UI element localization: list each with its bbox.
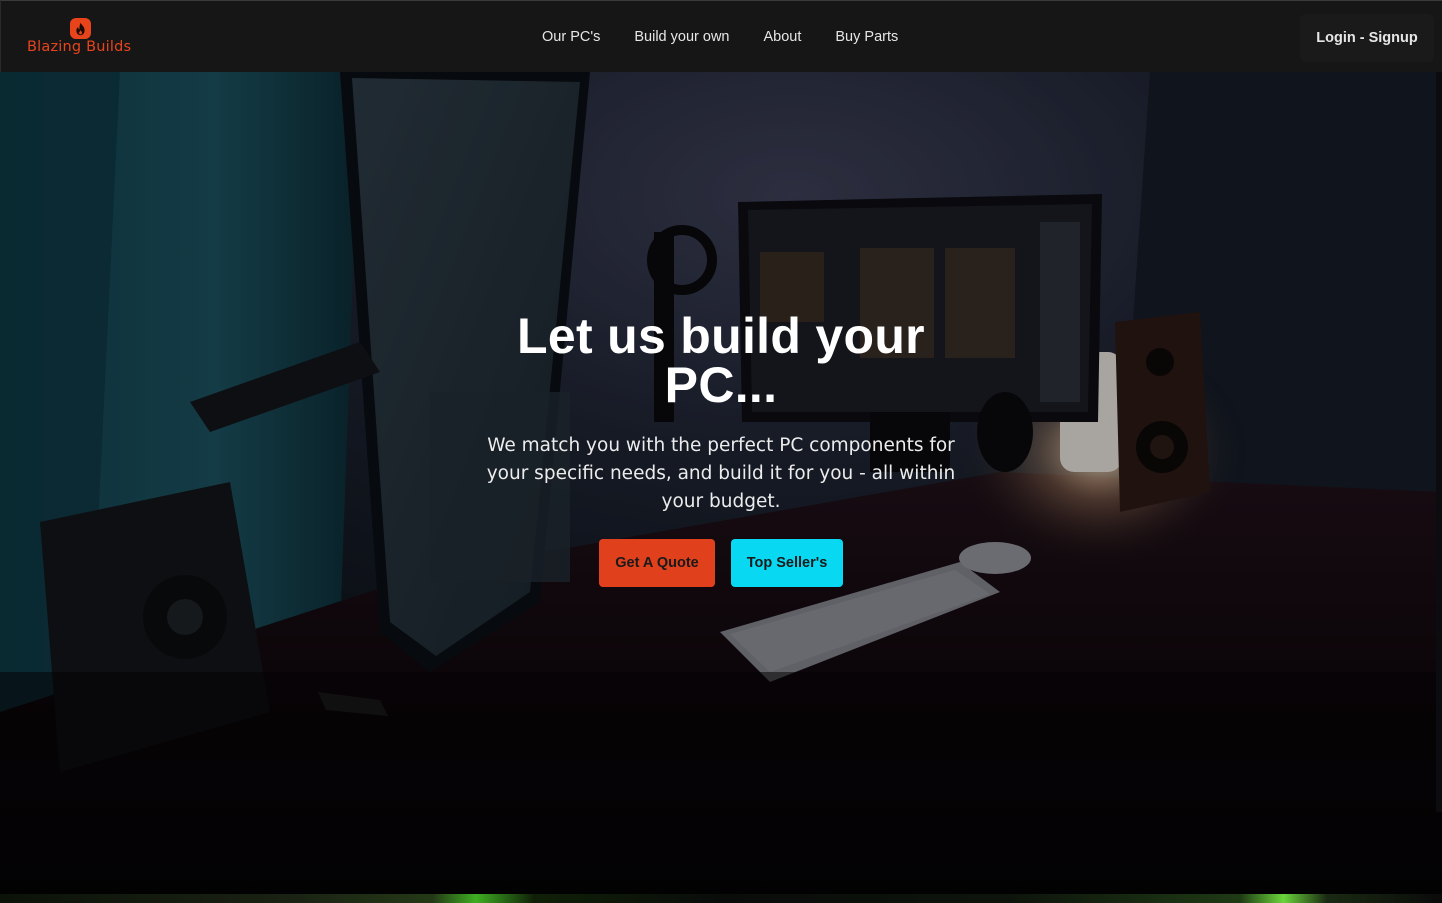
hero-subtitle: We match you with the perfect PC compone… xyxy=(486,435,956,512)
nav-link-our-pcs[interactable]: Our PC's xyxy=(525,29,617,45)
login-signup-button[interactable]: Login - Signup xyxy=(1300,14,1434,62)
brand-logo-link[interactable]: Blazing Builds xyxy=(27,18,137,58)
hero-title: Let us build your PC... xyxy=(517,308,925,413)
next-section-preview xyxy=(0,894,1442,903)
hero-section: Let us build your PC... We match you wit… xyxy=(0,72,1442,894)
brand-name: Blazing Builds xyxy=(27,39,132,55)
get-quote-button[interactable]: Get A Quote xyxy=(599,539,715,587)
nav-link-about[interactable]: About xyxy=(746,29,818,45)
navbar: Blazing Builds Our PC's Build your own A… xyxy=(0,0,1442,72)
nav-link-build-your-own[interactable]: Build your own xyxy=(617,29,746,45)
flame-icon xyxy=(70,18,91,39)
hero-actions: Get A Quote Top Seller's xyxy=(470,539,972,587)
hero-content: Let us build your PC... We match you wit… xyxy=(470,308,972,587)
page: Blazing Builds Our PC's Build your own A… xyxy=(0,0,1442,903)
top-sellers-button[interactable]: Top Seller's xyxy=(731,539,843,587)
main-nav: Our PC's Build your own About Buy Parts xyxy=(525,1,915,73)
page-scrollbar[interactable] xyxy=(1436,72,1442,812)
nav-link-buy-parts[interactable]: Buy Parts xyxy=(818,29,915,45)
